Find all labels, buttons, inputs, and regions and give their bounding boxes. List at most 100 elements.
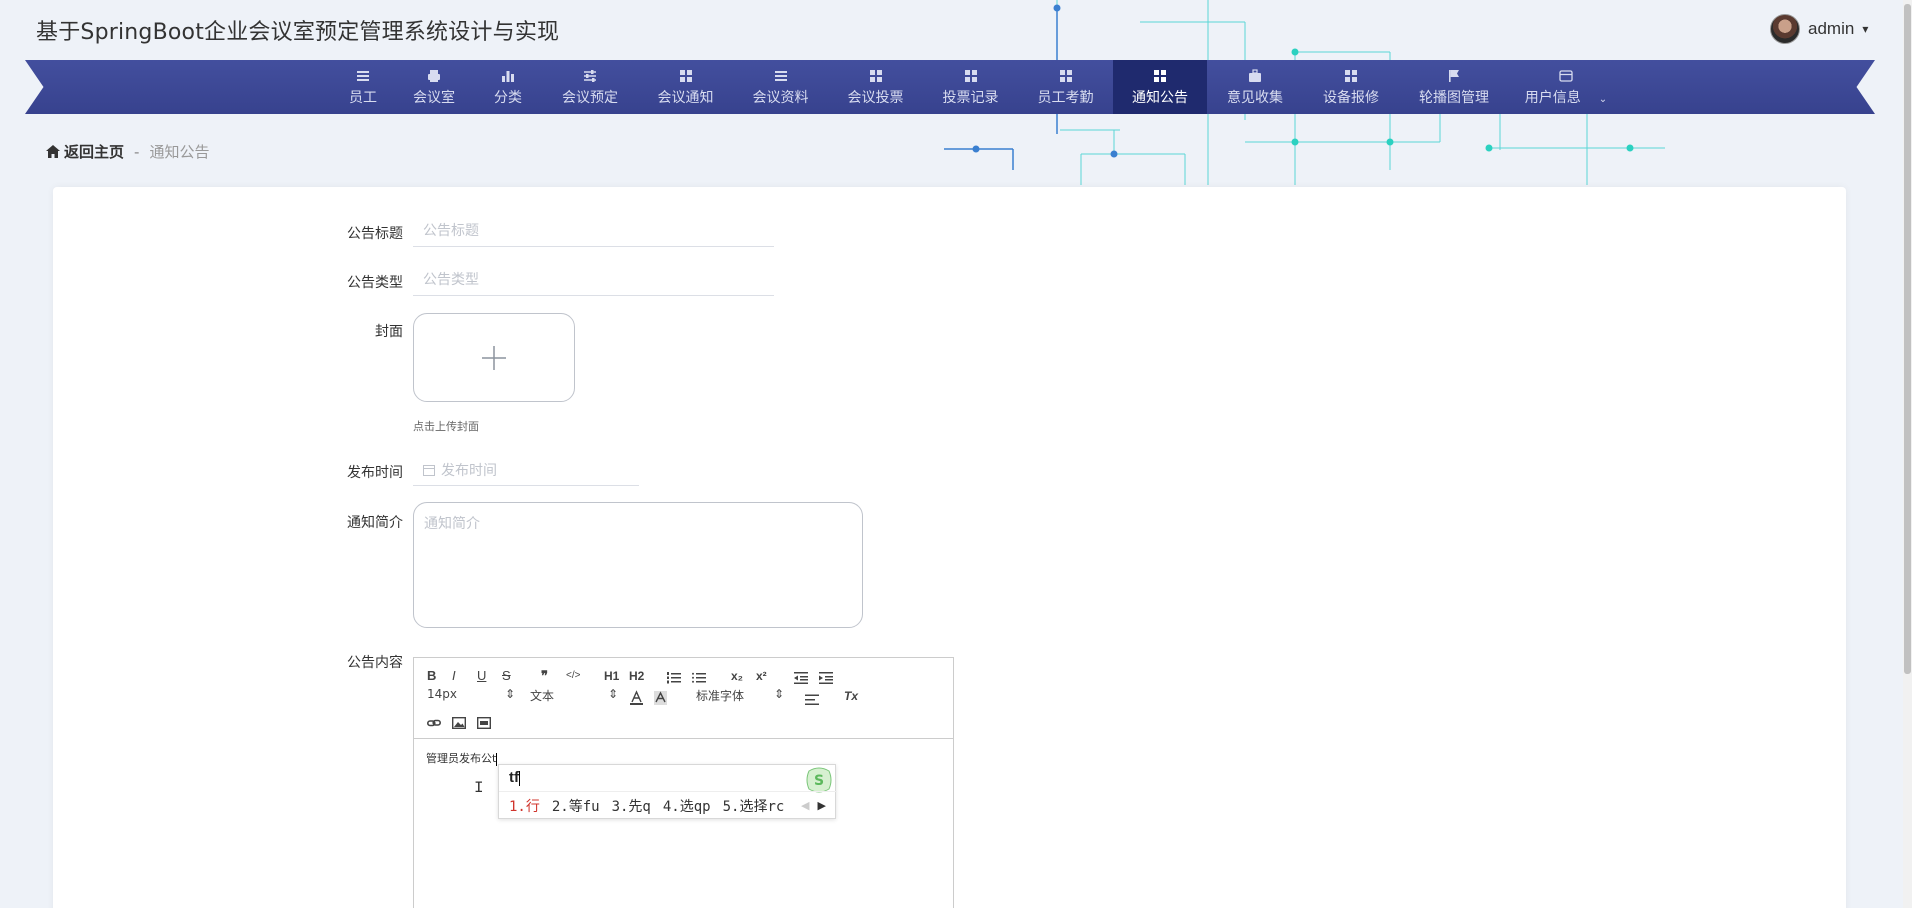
publish-time-picker[interactable]: 发布时间 <box>413 454 639 486</box>
grid-icon <box>964 69 977 82</box>
nav-item-label: 用户信息 ⌄ <box>1524 89 1608 106</box>
briefcase-icon <box>1249 68 1261 82</box>
bar-chart-icon <box>502 70 514 82</box>
user-menu[interactable]: admin ▾ <box>1770 14 1868 44</box>
underline-button[interactable]: U <box>477 667 486 685</box>
align-icon[interactable] <box>805 691 819 709</box>
ime-candidate[interactable]: 4.选qp <box>663 796 711 816</box>
header: 基于SpringBoot企业会议室预定管理系统设计与实现 admin ▾ <box>0 0 1912 60</box>
format-select[interactable]: 文本 ⇕ <box>530 687 618 704</box>
format-value: 文本 <box>530 689 555 703</box>
nav-item-label: 会议室 <box>413 89 455 106</box>
nav-item-label: 员工 <box>349 89 377 106</box>
nav-item-employee[interactable]: 员工 <box>332 60 394 114</box>
nav-item-announcement[interactable]: 通知公告 <box>1113 60 1207 114</box>
nav-item-vote-records[interactable]: 投票记录 <box>923 60 1018 114</box>
breadcrumb-home-label: 返回主页 <box>64 143 125 161</box>
indent-icon[interactable] <box>819 669 833 687</box>
nav-item-meeting-room[interactable]: 会议室 <box>394 60 474 114</box>
user-name[interactable]: admin <box>1808 19 1854 39</box>
cover-label: 封面 <box>375 324 403 340</box>
link-icon[interactable] <box>427 714 441 732</box>
header2-button[interactable]: H2 <box>629 667 644 685</box>
type-input[interactable] <box>413 264 774 296</box>
select-arrows-icon: ⇕ <box>607 687 618 701</box>
nav-item-label: 员工考勤 <box>1037 89 1094 106</box>
clean-format-button[interactable]: Tx <box>844 687 858 705</box>
ime-next-icon[interactable]: ▶ <box>817 799 825 812</box>
nav-item-label: 通知公告 <box>1132 89 1188 106</box>
list-icon <box>357 70 369 81</box>
ime-candidate[interactable]: 3.先q <box>612 796 651 816</box>
chevron-down-icon: ⌄ <box>1598 93 1608 105</box>
font-family-select[interactable]: 标准字体 ⇕ <box>696 687 784 704</box>
title-label: 公告标题 <box>347 226 403 242</box>
card-icon <box>1559 69 1573 82</box>
font-size-select[interactable]: 14px ⇕ <box>427 687 515 701</box>
intro-label: 通知简介 <box>347 515 403 531</box>
header1-button[interactable]: H1 <box>604 667 619 685</box>
breadcrumb: 返回主页 - 通知公告 <box>46 141 209 162</box>
outdent-icon[interactable] <box>794 669 808 687</box>
avatar[interactable] <box>1770 14 1800 44</box>
video-icon[interactable] <box>477 714 491 732</box>
bullet-list-icon[interactable] <box>692 669 706 687</box>
breadcrumb-separator: - <box>134 142 140 161</box>
publish-time-label: 发布时间 <box>347 465 403 481</box>
ime-candidate[interactable]: 5.选择rc <box>723 796 785 816</box>
nav-item-meeting-booking[interactable]: 会议预定 <box>542 60 638 114</box>
nav-item-feedback[interactable]: 意见收集 <box>1207 60 1303 114</box>
grid-icon <box>869 69 882 82</box>
nav-item-label: 会议通知 <box>657 89 714 106</box>
calendar-icon <box>423 464 435 476</box>
nav-item-meeting-notice[interactable]: 会议通知 <box>638 60 733 114</box>
ime-logo-icon: S <box>806 767 832 793</box>
intro-textarea[interactable] <box>413 502 863 628</box>
nav-item-label: 会议投票 <box>847 89 904 106</box>
text-cursor-icon: I <box>474 779 484 797</box>
grid-icon <box>1345 69 1357 82</box>
image-icon[interactable] <box>452 714 466 732</box>
nav-item-label: 设备报修 <box>1323 89 1379 106</box>
italic-button[interactable]: I <box>452 667 456 685</box>
strike-button[interactable]: S <box>502 667 511 685</box>
bold-button[interactable]: B <box>427 667 436 685</box>
title-input[interactable] <box>413 215 774 247</box>
nav-item-meeting-materials[interactable]: 会议资料 <box>733 60 828 114</box>
subscript-button[interactable]: x₂ <box>731 667 743 685</box>
ordered-list-icon[interactable] <box>667 669 681 687</box>
ime-candidate[interactable]: 1.行 <box>509 796 540 816</box>
ime-candidate[interactable]: 2.等fu <box>552 796 600 816</box>
ime-input-text: tf <box>509 769 519 786</box>
ime-prev-icon[interactable]: ◀ <box>801 799 809 812</box>
cover-upload-hint: 点击上传封面 <box>413 420 479 433</box>
printer-icon <box>428 69 440 82</box>
sliders-icon <box>584 69 596 82</box>
caret-down-icon[interactable]: ▾ <box>1862 22 1868 36</box>
nav-item-attendance[interactable]: 员工考勤 <box>1018 60 1113 114</box>
nav-item-category[interactable]: 分类 <box>474 60 542 114</box>
blockquote-button[interactable]: ❞ <box>541 667 548 685</box>
nav-item-label: 投票记录 <box>942 89 999 106</box>
nav-item-meeting-vote[interactable]: 会议投票 <box>828 60 923 114</box>
code-block-button[interactable]: </> <box>566 667 580 685</box>
font-size-value: 14px <box>427 687 457 701</box>
content-label: 公告内容 <box>347 655 403 671</box>
home-icon <box>46 145 60 158</box>
font-family-value: 标准字体 <box>696 689 745 703</box>
nav-item-label: 会议预定 <box>562 89 618 106</box>
page-scrollbar-thumb[interactable] <box>1904 4 1911 674</box>
main-navbar: 员工 会议室 分类 会议预定 会议通知 会议资料 会议投票 投票记录 员工考勤 … <box>25 60 1875 114</box>
select-arrows-icon: ⇕ <box>504 687 515 701</box>
background-color-icon[interactable] <box>654 689 667 707</box>
nav-item-repair[interactable]: 设备报修 <box>1303 60 1399 114</box>
svg-text:S: S <box>814 773 824 789</box>
nav-item-carousel[interactable]: 轮播图管理 <box>1399 60 1509 114</box>
breadcrumb-home-link[interactable]: 返回主页 <box>46 141 124 162</box>
editor-content[interactable]: 管理员发布公t <box>426 750 498 766</box>
cover-upload-button[interactable] <box>413 313 575 402</box>
superscript-button[interactable]: x² <box>756 667 767 685</box>
nav-item-user-info[interactable]: 用户信息 ⌄ <box>1509 60 1623 114</box>
text-color-icon[interactable] <box>630 689 643 707</box>
ime-candidates: 1.行 2.等fu 3.先q 4.选qp 5.选择rc <box>509 796 784 816</box>
